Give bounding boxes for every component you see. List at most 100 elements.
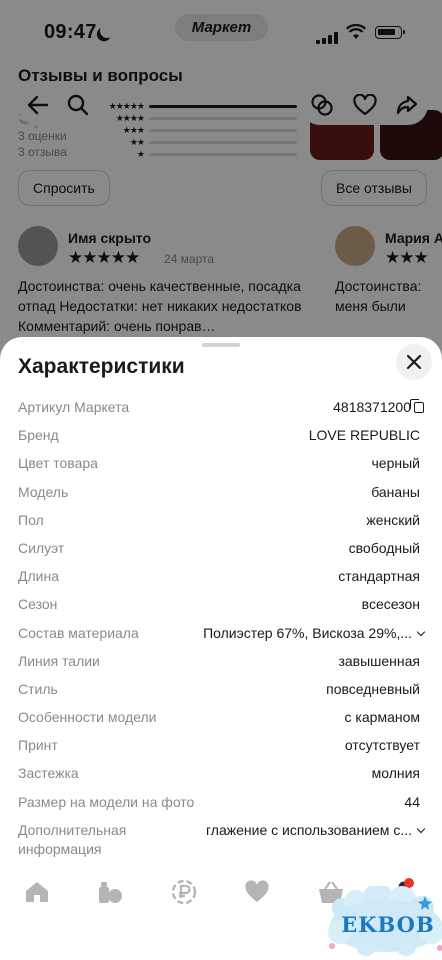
review-stars: ★★★★★ <box>68 248 140 267</box>
spec-key: Пол <box>18 511 44 528</box>
review-card[interactable]: Мария А ★★★ Достоинства: меня были <box>335 226 442 336</box>
moon-icon <box>98 22 116 40</box>
spec-row: Пол женский <box>0 506 442 534</box>
spec-value: отсутствует <box>344 737 420 754</box>
review-author: Имя скрыто <box>68 230 152 246</box>
sheet-title: Характеристики <box>18 355 185 378</box>
ask-question-button[interactable]: Спросить <box>18 170 110 206</box>
battery-icon <box>375 26 405 39</box>
spec-key: Принт <box>18 737 58 754</box>
distribution-bar <box>149 152 297 156</box>
tab-catalog[interactable] <box>90 872 130 912</box>
sheet-drag-handle[interactable] <box>202 343 240 347</box>
close-button[interactable] <box>396 344 432 380</box>
catalog-icon <box>99 882 122 903</box>
back-arrow-icon[interactable] <box>27 95 49 115</box>
reviews-count: 3 отзыва <box>18 145 67 159</box>
chevron-down-icon[interactable] <box>416 627 426 636</box>
spec-row: Бренд LOVE REPUBLIC <box>0 421 442 449</box>
spec-value-text: глажение с использованием с... <box>205 821 412 838</box>
spec-key: Цвет товара <box>18 455 98 472</box>
spec-row: Застежка молния <box>0 759 442 787</box>
spec-key: Модель <box>18 483 69 500</box>
spec-row: Линия талии завышенная <box>0 647 442 675</box>
spec-key: Бренд <box>18 427 59 444</box>
distribution-row: ★ <box>104 148 297 160</box>
spec-row: Длина стандартная <box>0 562 442 590</box>
spec-row[interactable]: Дополнительная информация глажение с испо… <box>0 816 442 857</box>
spec-value[interactable]: глажение с использованием с... <box>205 821 426 838</box>
spec-value: с карманом <box>344 709 420 726</box>
spec-row: Модель бананы <box>0 478 442 506</box>
spec-value: черный <box>371 455 420 472</box>
close-icon <box>407 355 421 369</box>
nav-left-group <box>18 85 98 125</box>
distribution-row: ★★ <box>104 136 297 148</box>
top-nav-bar <box>0 85 442 125</box>
spec-value: молния <box>371 765 420 782</box>
heart-icon[interactable] <box>353 94 377 116</box>
favorites-icon <box>245 880 269 902</box>
chevron-down-icon[interactable] <box>416 824 426 834</box>
spec-value: всесезон <box>361 596 420 613</box>
tab-cashback[interactable] <box>164 872 204 912</box>
review-author: Мария А <box>385 230 442 246</box>
spec-key: Артикул Маркета <box>18 399 130 415</box>
spec-key: Стиль <box>18 680 58 697</box>
spec-value: стандартная <box>338 568 420 585</box>
spec-key: Сезон <box>18 596 58 613</box>
spec-row: Цвет товара черный <box>0 449 442 477</box>
spec-row: Принт отсутствует <box>0 731 442 759</box>
distribution-bar <box>149 140 297 144</box>
rating-counts: 3 оценки 3 отзыва <box>18 128 67 160</box>
avatar <box>335 226 375 266</box>
tab-favorites[interactable] <box>237 872 277 912</box>
star-label: ★★ <box>129 136 145 147</box>
tab-home[interactable] <box>17 872 57 912</box>
spec-row: Сезон всесезон <box>0 590 442 618</box>
avatar <box>18 226 58 266</box>
characteristics-sheet: Характеристики Артикул Маркета 4818371200… <box>0 337 442 960</box>
review-date: 24 марта <box>164 252 215 266</box>
spec-key: Длина <box>18 568 59 585</box>
spec-row: Особенности модели с карманом <box>0 703 442 731</box>
cashback-icon <box>171 879 197 905</box>
spec-value: LOVE REPUBLIC <box>308 427 420 444</box>
search-icon[interactable] <box>67 94 89 116</box>
app-pill: Маркет <box>175 14 268 41</box>
spec-value-text: 4818371200 <box>333 399 411 415</box>
spec-value: свободный <box>348 539 420 556</box>
spec-key: Состав материала <box>18 624 139 641</box>
spec-key: Застежка <box>18 765 79 782</box>
spec-value: завышенная <box>338 652 420 669</box>
spec-value: 44 <box>404 793 420 810</box>
spec-value[interactable]: Полиэстер 67%, Вискоза 29%,... <box>203 624 426 641</box>
spec-row: Силуэт свободный <box>0 534 442 562</box>
star-label: ★ <box>136 148 145 159</box>
copy-icon[interactable] <box>410 399 424 413</box>
spec-key: Особенности модели <box>18 709 157 726</box>
spec-value: повседневный <box>326 680 420 697</box>
home-icon <box>26 882 48 902</box>
spec-row: Артикул Маркета 4818371200 <box>0 393 442 421</box>
review-stars: ★★★ <box>385 248 429 267</box>
all-reviews-button[interactable]: Все отзывы <box>321 170 427 206</box>
ratings-count: 3 оценки <box>18 129 67 143</box>
spec-value-text: Полиэстер 67%, Вискоза 29%,... <box>203 624 412 641</box>
review-text: Достоинства: меня были <box>335 278 422 314</box>
specs-list: Артикул Маркета 4818371200 Бренд LOVE REPU… <box>0 393 442 857</box>
spec-row: Стиль повседневный <box>0 675 442 703</box>
spec-value[interactable]: 4818371200 <box>333 399 424 415</box>
spec-row[interactable]: Состав материала Полиэстер 67%, Вискоза 2… <box>0 619 442 647</box>
status-time: 09:47 <box>44 21 97 43</box>
nav-right-group <box>300 85 428 125</box>
spec-key: Размер на модели на фото <box>18 793 195 810</box>
reviews-section-title: Отзывы и вопросы <box>18 66 183 85</box>
distribution-row: ★★★ <box>104 124 297 136</box>
spec-key: Силуэт <box>18 539 65 556</box>
watermark-text: EKBOB <box>341 912 435 937</box>
spec-row: Размер на модели на фото 44 <box>0 788 442 816</box>
compare-icon[interactable] <box>310 93 334 117</box>
share-icon[interactable] <box>396 94 418 116</box>
star-label: ★★★ <box>122 124 145 135</box>
